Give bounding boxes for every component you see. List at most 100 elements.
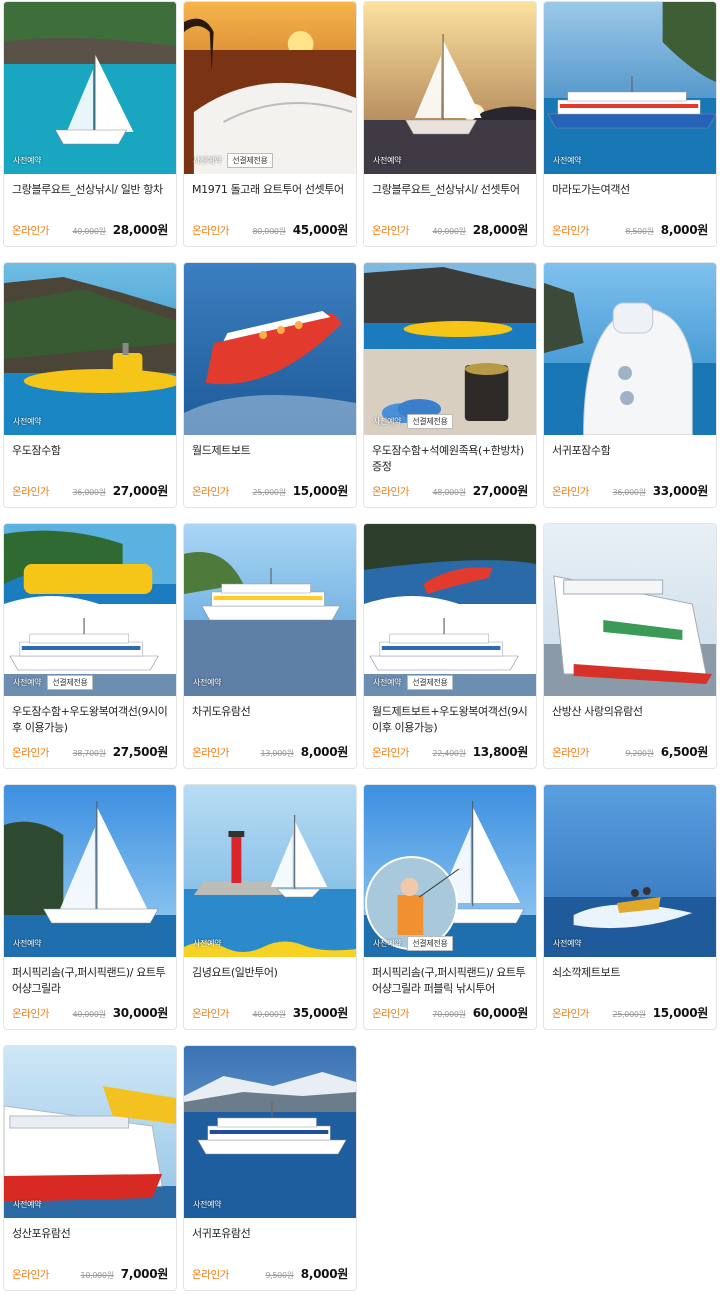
product-thumbnail[interactable]: 사전예약 선결제전용 bbox=[184, 2, 356, 174]
product-title[interactable]: 성산포유람선 bbox=[12, 1226, 170, 1260]
sale-price: 45,000원 bbox=[292, 223, 349, 237]
badge-group: 사전예약 bbox=[371, 153, 403, 168]
badge-group: 사전예약 선결제전용 bbox=[191, 153, 273, 168]
product-grid: 사전예약 그랑블루요트_선상낚시/ 일반 항차 온라인가 40,000원 28,000원… bbox=[3, 1, 717, 1291]
price-row: 온라인가 80,000원 45,000원 bbox=[192, 221, 348, 238]
product-title[interactable]: 월드제트보트 bbox=[192, 443, 350, 477]
price-row: 온라인가 22,400원 13,800원 bbox=[372, 743, 528, 760]
product-thumbnail[interactable]: 사전예약 선결제전용 bbox=[364, 524, 536, 696]
product-title[interactable]: 월드제트보트+우도왕복여객선(9시이후 이용가능) bbox=[372, 704, 530, 738]
pre-reservation-badge: 사전예약 bbox=[13, 1200, 42, 1209]
online-price-label: 온라인가 bbox=[372, 1008, 410, 1020]
online-price-label: 온라인가 bbox=[552, 1008, 590, 1020]
original-price: 40,000원 bbox=[72, 1010, 106, 1019]
product-thumbnail[interactable]: 사전예약 bbox=[364, 2, 536, 174]
original-price: 36,000원 bbox=[612, 488, 646, 497]
original-price: 38,700원 bbox=[72, 749, 106, 758]
product-card[interactable]: 사전예약 마라도가는여객선 온라인가 8,500원 8,000원 bbox=[543, 1, 717, 247]
product-thumbnail[interactable]: 사전예약 bbox=[4, 263, 176, 435]
product-card[interactable]: 사전예약 차귀도유람선 온라인가 13,000원 8,000원 bbox=[183, 523, 357, 769]
product-card[interactable]: 사전예약 김녕요트(일반투어) 온라인가 40,000원 35,000원 bbox=[183, 784, 357, 1030]
price-row: 온라인가 8,500원 8,000원 bbox=[552, 221, 708, 238]
original-price: 25,000원 bbox=[252, 488, 286, 497]
product-title[interactable]: 서귀포잠수함 bbox=[552, 443, 710, 477]
product-photo bbox=[184, 1046, 356, 1218]
product-card[interactable]: 산방산 사랑의유람선 온라인가 9,200원 6,500원 bbox=[543, 523, 717, 769]
original-price: 10,000원 bbox=[80, 1271, 115, 1280]
price-row: 온라인가 36,000원 33,000원 bbox=[552, 482, 708, 499]
product-thumbnail[interactable]: 사전예약 bbox=[4, 785, 176, 957]
product-thumbnail[interactable] bbox=[544, 524, 716, 696]
product-title[interactable]: 서귀포유람선 bbox=[192, 1226, 350, 1260]
product-title[interactable]: 우도잠수함+우도왕복여객선(9시이후 이용가능) bbox=[12, 704, 170, 738]
product-card[interactable]: 사전예약 성산포유람선 온라인가 10,000원 7,000원 bbox=[3, 1045, 177, 1291]
product-thumbnail[interactable]: 사전예약 bbox=[544, 2, 716, 174]
badge-group: 사전예약 선결제전용 bbox=[371, 936, 453, 951]
product-card[interactable]: 사전예약우도잠수함온라인가 36,000원 27,000원 bbox=[3, 262, 177, 508]
product-thumbnail[interactable]: 사전예약 bbox=[184, 1046, 356, 1218]
original-price: 13,000원 bbox=[260, 749, 295, 758]
product-title[interactable]: 퍼시픽리솜(구,퍼시픽랜드)/ 요트투어샹그릴라 퍼블릭 낚시투어 bbox=[372, 965, 530, 999]
product-title[interactable]: 쇠소깍제트보트 bbox=[552, 965, 710, 999]
pre-reservation-badge: 사전예약 bbox=[373, 156, 402, 165]
online-price-label: 온라인가 bbox=[552, 747, 590, 759]
badge-group: 사전예약 bbox=[11, 1197, 43, 1212]
online-price-label: 온라인가 bbox=[372, 747, 410, 759]
prepaid-only-badge: 선결제전용 bbox=[407, 936, 453, 951]
price-row: 온라인가 25,000원 15,000원 bbox=[192, 482, 348, 499]
product-title[interactable]: 퍼시픽리솜(구,퍼시픽랜드)/ 요트투어샹그릴라 bbox=[12, 965, 170, 999]
pre-reservation-badge: 사전예약 bbox=[193, 939, 222, 948]
online-price-label: 온라인가 bbox=[192, 1008, 230, 1020]
product-title[interactable]: 그랑블루요트_선상낚시/ 일반 항차 bbox=[12, 182, 170, 216]
product-thumbnail[interactable]: 사전예약 선결제전용 bbox=[364, 785, 536, 957]
product-card[interactable]: 사전예약퍼시픽리솜(구,퍼시픽랜드)/ 요트투어샹그릴라온라인가 40,000원 3… bbox=[3, 784, 177, 1030]
badge-group: 사전예약 선결제전용 bbox=[11, 675, 93, 690]
price-row: 온라인가 36,000원 27,000원 bbox=[12, 482, 168, 499]
sale-price: 15,000원 bbox=[652, 1006, 709, 1020]
original-price: 8,500원 bbox=[625, 227, 654, 236]
product-thumbnail[interactable]: 사전예약 bbox=[544, 785, 716, 957]
online-price-label: 온라인가 bbox=[552, 225, 590, 237]
original-price: 40,000원 bbox=[432, 227, 466, 236]
product-thumbnail[interactable]: 사전예약 bbox=[4, 1046, 176, 1218]
online-price-label: 온라인가 bbox=[192, 486, 230, 498]
product-thumbnail[interactable]: 사전예약 선결제전용 bbox=[364, 263, 536, 435]
product-title[interactable]: 우도잠수함+석예원족욕(+한방차) 증정 bbox=[372, 443, 530, 477]
product-card[interactable]: 사전예약 서귀포유람선 온라인가 9,500원 8,000원 bbox=[183, 1045, 357, 1291]
sale-price: 28,000원 bbox=[112, 223, 169, 237]
product-card[interactable]: 사전예약 선결제전용 우도잠수함+우도왕복여객선(9시이후 이용가능) 온라인가 38,… bbox=[3, 523, 177, 769]
product-title[interactable]: 산방산 사랑의유람선 bbox=[552, 704, 710, 738]
product-card[interactable]: 월드제트보트 온라인가 25,000원 15,000원 bbox=[183, 262, 357, 508]
product-card[interactable]: 사전예약 선결제전용월드제트보트+우도왕복여객선(9시이후 이용가능) 온라인가 22… bbox=[363, 523, 537, 769]
product-photo bbox=[364, 2, 536, 174]
product-card[interactable]: 사전예약 그랑블루요트_선상낚시/ 선셋투어 온라인가 40,000원 28,000원 bbox=[363, 1, 537, 247]
product-thumbnail[interactable]: 사전예약 bbox=[184, 785, 356, 957]
product-thumbnail[interactable] bbox=[544, 263, 716, 435]
product-thumbnail[interactable]: 사전예약 bbox=[184, 524, 356, 696]
badge-group: 사전예약 bbox=[191, 936, 223, 951]
product-thumbnail[interactable]: 사전예약 bbox=[4, 2, 176, 174]
product-card[interactable]: 사전예약 그랑블루요트_선상낚시/ 일반 항차 온라인가 40,000원 28,000원 bbox=[3, 1, 177, 247]
online-price-label: 온라인가 bbox=[192, 747, 230, 759]
pre-reservation-badge: 사전예약 bbox=[553, 156, 582, 165]
product-title[interactable]: 그랑블루요트_선상낚시/ 선셋투어 bbox=[372, 182, 530, 216]
product-thumbnail[interactable] bbox=[184, 263, 356, 435]
product-title[interactable]: 마라도가는여객선 bbox=[552, 182, 710, 216]
online-price-label: 온라인가 bbox=[12, 225, 50, 237]
product-photo bbox=[4, 524, 176, 696]
sale-price: 8,000원 bbox=[300, 1267, 349, 1281]
product-thumbnail[interactable]: 사전예약 선결제전용 bbox=[4, 524, 176, 696]
pre-reservation-badge: 사전예약 bbox=[13, 678, 42, 687]
product-card[interactable]: 사전예약 선결제전용 M1971 돌고래 요트투어 선셋투어온라인가 80,000원 4… bbox=[183, 1, 357, 247]
online-price-label: 온라인가 bbox=[12, 1008, 50, 1020]
product-title[interactable]: 차귀도유람선 bbox=[192, 704, 350, 738]
prepaid-only-badge: 선결제전용 bbox=[407, 414, 453, 429]
product-title[interactable]: M1971 돌고래 요트투어 선셋투어 bbox=[192, 182, 350, 216]
product-card[interactable]: 서귀포잠수함온라인가 36,000원 33,000원 bbox=[543, 262, 717, 508]
product-card[interactable]: 사전예약 선결제전용 우도잠수함+석예원족욕(+한방차) 증정 온라인가 48,000원… bbox=[363, 262, 537, 508]
product-card[interactable]: 사전예약 선결제전용퍼시픽리솜(구,퍼시픽랜드)/ 요트투어샹그릴라 퍼블릭 낚시… bbox=[363, 784, 537, 1030]
product-title[interactable]: 우도잠수함 bbox=[12, 443, 170, 477]
product-title[interactable]: 김녕요트(일반투어) bbox=[192, 965, 350, 999]
sale-price: 30,000원 bbox=[112, 1006, 169, 1020]
product-card[interactable]: 사전예약 쇠소깍제트보트 온라인가 25,000원 15,000원 bbox=[543, 784, 717, 1030]
